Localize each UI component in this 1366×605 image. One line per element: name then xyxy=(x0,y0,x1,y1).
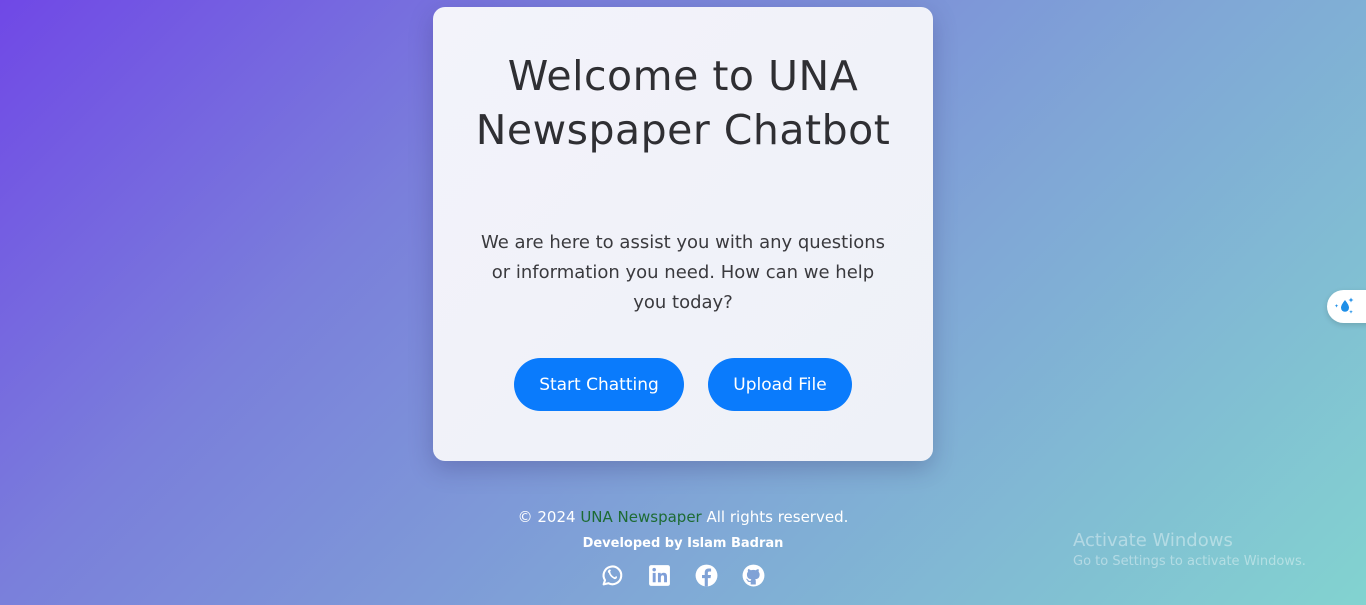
activation-watermark: Activate Windows Go to Settings to activ… xyxy=(1073,530,1306,571)
sparkle-drop-icon xyxy=(1334,297,1354,314)
upload-file-button[interactable]: Upload File xyxy=(708,358,852,411)
github-icon[interactable] xyxy=(741,563,766,588)
welcome-description: We are here to assist you with any quest… xyxy=(480,232,886,313)
facebook-icon[interactable] xyxy=(694,563,719,588)
social-links xyxy=(433,563,933,588)
brand-link[interactable]: UNA Newspaper xyxy=(580,508,701,526)
linkedin-icon[interactable] xyxy=(647,563,672,588)
page-title: Welcome to UNA Newspaper Chatbot xyxy=(475,52,891,154)
watermark-title: Activate Windows xyxy=(1073,530,1233,551)
copyright-suffix: All rights reserved. xyxy=(701,508,849,526)
whatsapp-icon[interactable] xyxy=(600,563,625,588)
start-chatting-button[interactable]: Start Chatting xyxy=(514,358,684,411)
welcome-card: Welcome to UNA Newspaper Chatbot We are … xyxy=(433,7,933,461)
copyright-prefix: © 2024 xyxy=(517,508,581,526)
developer-credit: Developed by Islam Badran xyxy=(582,536,784,551)
footer: © 2024 UNA Newspaper All rights reserved… xyxy=(433,506,933,588)
copyright-text: © 2024 UNA Newspaper All rights reserved… xyxy=(433,506,933,528)
assistant-widget-button[interactable] xyxy=(1327,290,1366,323)
watermark-subtitle: Go to Settings to activate Windows. xyxy=(1073,554,1306,569)
